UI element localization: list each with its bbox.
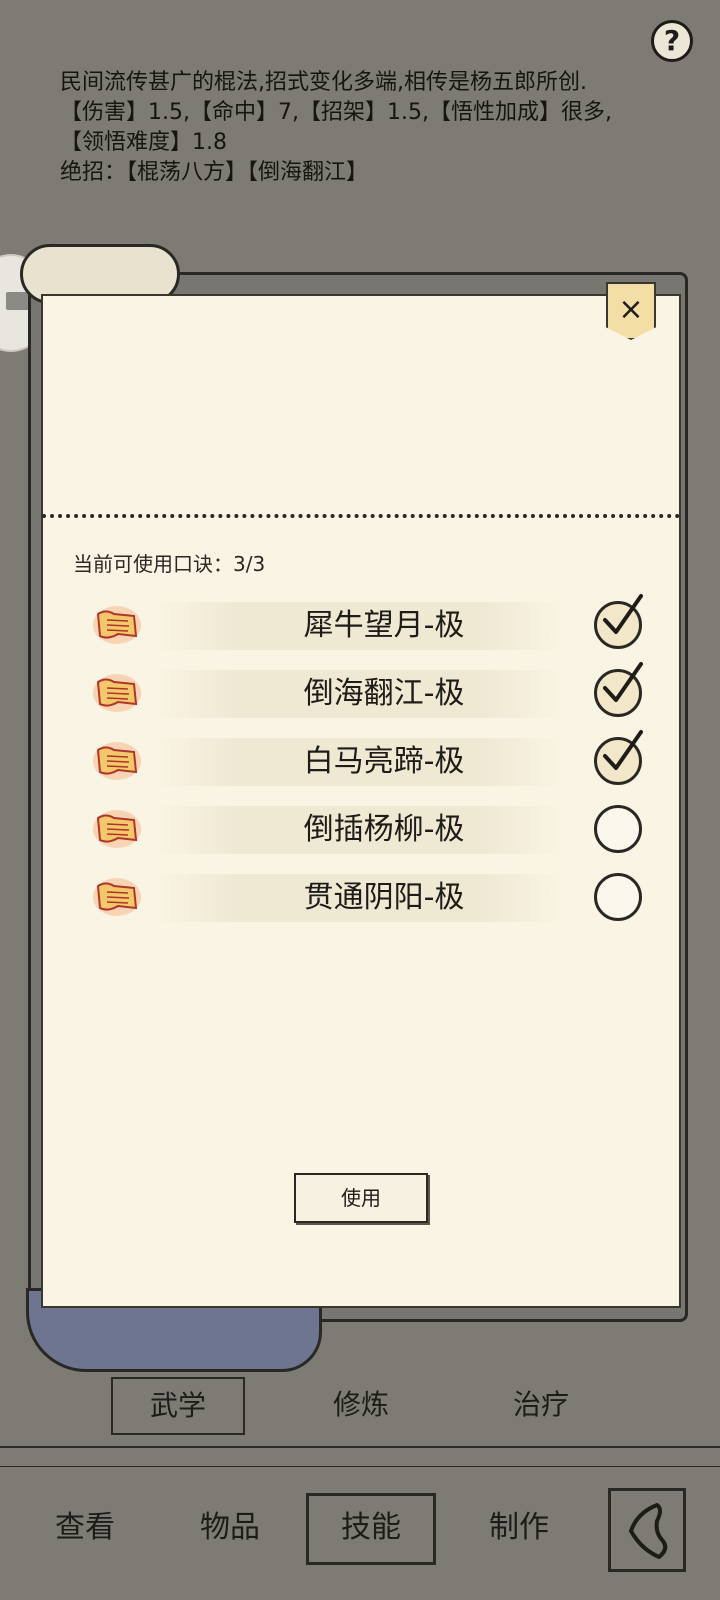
formula-row[interactable]: 贯通阴阳-极 <box>82 868 662 928</box>
scroll-icon <box>93 810 141 848</box>
scroll-icon <box>93 742 141 780</box>
formula-checkbox[interactable] <box>594 873 642 921</box>
formula-row[interactable]: 白马亮蹄-极 <box>82 730 662 792</box>
description-ultimates: 绝招：【棍荡八方】【倒海翻江】 <box>60 160 369 185</box>
dotted-divider <box>42 514 680 518</box>
back-arrow-icon <box>629 1503 668 1559</box>
formula-checkbox[interactable] <box>594 662 643 717</box>
formula-counter-label: 当前可使用口诀： <box>73 552 233 576</box>
divider-line <box>0 1446 720 1448</box>
formula-counter: 当前可使用口诀：3/3 <box>73 548 265 577</box>
formula-counter-value: 3/3 <box>233 552 266 576</box>
formula-checkbox[interactable] <box>594 594 643 649</box>
formula-checkbox[interactable] <box>594 730 643 785</box>
formula-name: 贯通阴阳-极 <box>303 880 465 915</box>
use-button[interactable]: 使用 <box>294 1173 428 1223</box>
formula-row[interactable]: 倒海翻江-极 <box>82 662 662 724</box>
martial-art-description: 民间流传甚广的棍法,招式变化多端,相传是杨五郎所创. 【伤害】1.5,【命中】7… <box>60 68 700 188</box>
scroll-icon <box>93 878 141 916</box>
formula-row[interactable]: 倒插杨柳-极 <box>82 800 662 860</box>
description-stats: 【伤害】1.5,【命中】7,【招架】1.5,【悟性加成】很多, <box>60 100 612 125</box>
formula-name: 倒插杨柳-极 <box>303 812 465 847</box>
nav-tab-craft[interactable]: 制作 <box>454 1496 584 1560</box>
checkmark-icon <box>603 594 643 634</box>
checkmark-icon <box>603 730 643 770</box>
formula-name: 倒海翻江-极 <box>303 676 465 711</box>
help-button[interactable]: ? <box>651 20 693 62</box>
formula-name: 白马亮蹄-极 <box>303 744 465 779</box>
back-button[interactable] <box>608 1488 686 1572</box>
formula-row[interactable]: 犀牛望月-极 <box>82 594 662 656</box>
formula-name: 犀牛望月-极 <box>303 608 465 643</box>
scroll-icon <box>93 674 141 712</box>
description-difficulty: 【领悟难度】1.8 <box>60 130 227 155</box>
scroll-icon <box>93 606 141 644</box>
subtab-martial-arts[interactable]: 武学 <box>111 1377 245 1435</box>
subtab-cultivate[interactable]: 修炼 <box>294 1380 428 1430</box>
subtab-heal[interactable]: 治疗 <box>474 1380 608 1430</box>
nav-tab-view[interactable]: 查看 <box>20 1496 150 1560</box>
description-line: 民间流传甚广的棍法,招式变化多端,相传是杨五郎所创. <box>60 70 587 95</box>
formula-checkbox[interactable] <box>594 805 642 853</box>
checkmark-icon <box>603 662 643 702</box>
nav-tab-items[interactable]: 物品 <box>165 1496 295 1560</box>
divider-line <box>0 1466 720 1467</box>
nav-tab-skills[interactable]: 技能 <box>306 1493 436 1565</box>
